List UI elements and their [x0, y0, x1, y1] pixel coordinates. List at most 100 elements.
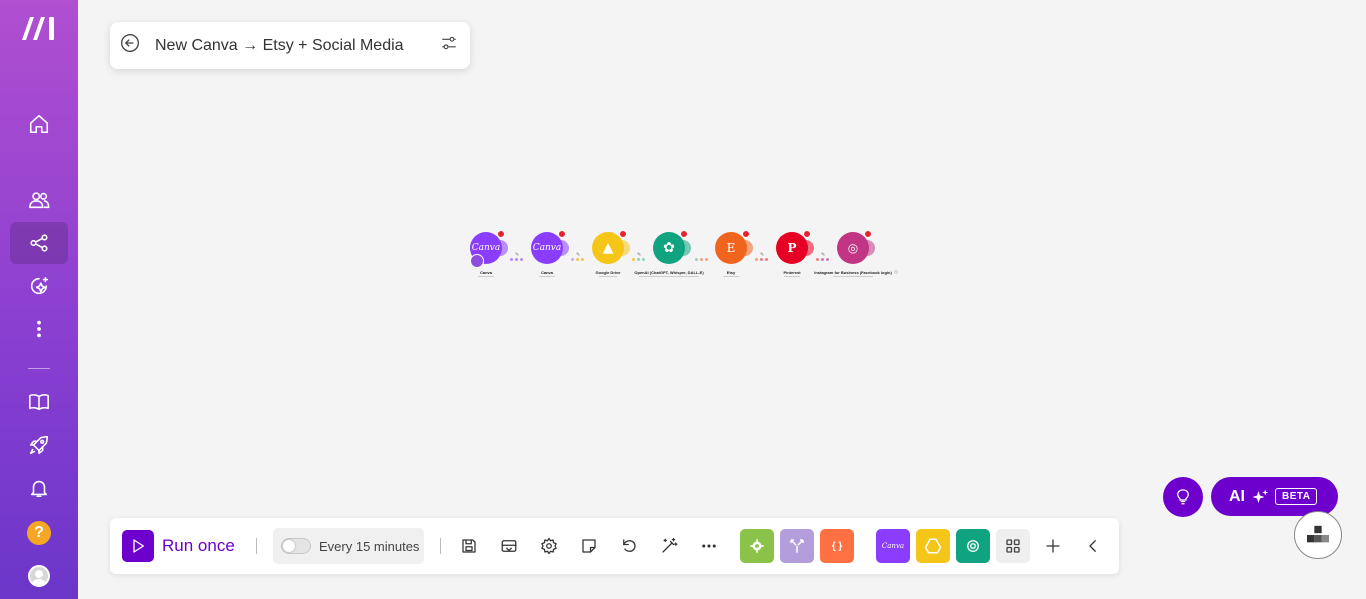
- sidebar-item-profile[interactable]: [10, 555, 68, 597]
- json-icon: { }: [831, 540, 843, 552]
- all-apps-button[interactable]: [996, 529, 1030, 563]
- module-label: Google Drive: [595, 270, 621, 275]
- plus-icon: [1046, 539, 1060, 553]
- arrow-left-circle-icon: [121, 34, 139, 52]
- beta-badge: BETA: [1275, 488, 1318, 505]
- openai-icon: ✿: [663, 240, 675, 256]
- wrench-icon[interactable]: ✎: [637, 252, 641, 258]
- run-once-label[interactable]: Run once: [162, 536, 235, 556]
- module-subtitle: [539, 276, 555, 277]
- canva-icon: Canva: [532, 243, 562, 253]
- instagram-icon: ◎: [847, 241, 859, 255]
- module-label: Canva: [540, 270, 554, 275]
- more-options-button[interactable]: [698, 535, 720, 557]
- google-drive-app-button[interactable]: [916, 529, 950, 563]
- wrench-icon[interactable]: ✎: [821, 252, 825, 258]
- auto-arrange-button[interactable]: [1294, 511, 1342, 559]
- flow-module[interactable]: ▲: [592, 230, 630, 264]
- add-module-handle[interactable]: [894, 270, 898, 274]
- magic-wand-icon: [662, 537, 678, 553]
- scenario-settings-toolbar-button[interactable]: [538, 535, 560, 557]
- scenario-title[interactable]: New Canva → Etsy + Social Media: [155, 37, 440, 55]
- module-label: Canva: [479, 270, 493, 275]
- flow-control-icon: [790, 539, 804, 553]
- collapse-toolbar-button[interactable]: [1082, 535, 1104, 557]
- module-handle[interactable]: [561, 240, 569, 256]
- run-once-button[interactable]: [122, 530, 154, 562]
- flow-module[interactable]: ✿: [653, 230, 691, 264]
- wrench-icon[interactable]: ✎: [576, 252, 580, 258]
- sidebar-item-help[interactable]: ?: [10, 512, 68, 554]
- avatar: [28, 565, 50, 587]
- wrench-icon[interactable]: ✎: [515, 252, 519, 258]
- trigger-clock-icon[interactable]: [470, 254, 484, 268]
- warning-dot: [742, 230, 750, 238]
- module-subtitle: [833, 276, 873, 277]
- scenario-header: New Canva → Etsy + Social Media: [110, 22, 470, 69]
- more-vertical-icon: [37, 320, 41, 338]
- sidebar-item-home[interactable]: [10, 103, 68, 145]
- module-handle[interactable]: [867, 240, 875, 256]
- explain-flow-icon: [501, 540, 517, 552]
- connector[interactable]: [571, 248, 586, 261]
- share-nodes-icon: [30, 234, 48, 252]
- connector[interactable]: [632, 248, 647, 261]
- notes-icon: [582, 539, 596, 553]
- module-handle[interactable]: [806, 240, 814, 256]
- flow-module[interactable]: ◎: [837, 230, 875, 264]
- flow-control-button[interactable]: [780, 529, 814, 563]
- add-module-button[interactable]: [1042, 535, 1064, 557]
- scenario-settings-button[interactable]: [440, 34, 458, 57]
- save-button[interactable]: [458, 535, 480, 557]
- sidebar-item-documentation[interactable]: [10, 381, 68, 423]
- auto-align-button[interactable]: [658, 535, 680, 557]
- wrench-icon[interactable]: ✎: [760, 252, 764, 258]
- sidebar-item-whats-new[interactable]: [10, 424, 68, 466]
- module-label: Etsy: [726, 270, 736, 275]
- module-handle[interactable]: [500, 240, 508, 256]
- auto-arrange-icon: [1307, 525, 1329, 543]
- sidebar-item-scenarios[interactable]: [10, 222, 68, 264]
- users-icon: [29, 192, 50, 209]
- connector[interactable]: [510, 248, 525, 261]
- schedule-label[interactable]: Every 15 minutes: [319, 539, 419, 554]
- undo-button[interactable]: [618, 535, 640, 557]
- scheduling-toggle[interactable]: [281, 538, 311, 554]
- play-icon: [133, 539, 144, 553]
- flow-module[interactable]: E: [715, 230, 753, 264]
- lightbulb-icon: [1177, 489, 1189, 505]
- sidebar-item-organization[interactable]: [10, 179, 68, 221]
- flow-module[interactable]: Canva: [531, 230, 569, 264]
- make-logo-icon[interactable]: [20, 14, 60, 42]
- back-button[interactable]: [120, 33, 140, 58]
- ai-label: AI: [1229, 487, 1245, 505]
- toolbar-divider: [256, 538, 257, 554]
- connector[interactable]: [695, 248, 710, 261]
- tips-button[interactable]: [1163, 477, 1203, 517]
- openai-icon: [967, 540, 979, 552]
- explain-flow-button[interactable]: [498, 535, 520, 557]
- sidebar-item-notifications[interactable]: [10, 467, 68, 509]
- home-icon: [29, 114, 49, 134]
- more-horizontal-icon: [702, 544, 716, 548]
- openai-app-button[interactable]: [956, 529, 990, 563]
- connector[interactable]: [755, 248, 770, 261]
- canva-app-button[interactable]: Canva: [876, 529, 910, 563]
- book-icon: [29, 394, 49, 411]
- notes-button[interactable]: [578, 535, 600, 557]
- module-handle[interactable]: [622, 240, 630, 256]
- canva-icon: Canva: [471, 243, 501, 253]
- google-drive-icon: ▲: [602, 240, 614, 256]
- chevron-left-icon: [1089, 540, 1096, 552]
- module-handle[interactable]: [745, 240, 753, 256]
- tools-button[interactable]: [740, 529, 774, 563]
- json-button[interactable]: { }: [820, 529, 854, 563]
- sidebar-item-more[interactable]: [10, 308, 68, 350]
- sidebar-item-ai-agents[interactable]: [10, 265, 68, 307]
- flow-module[interactable]: P: [776, 230, 814, 264]
- module-handle[interactable]: [683, 240, 691, 256]
- schedule-control[interactable]: Every 15 minutes: [273, 528, 424, 564]
- connector[interactable]: [816, 248, 831, 261]
- warning-dot: [619, 230, 627, 238]
- module-label: Instagram for Business (Facebook login): [814, 270, 892, 275]
